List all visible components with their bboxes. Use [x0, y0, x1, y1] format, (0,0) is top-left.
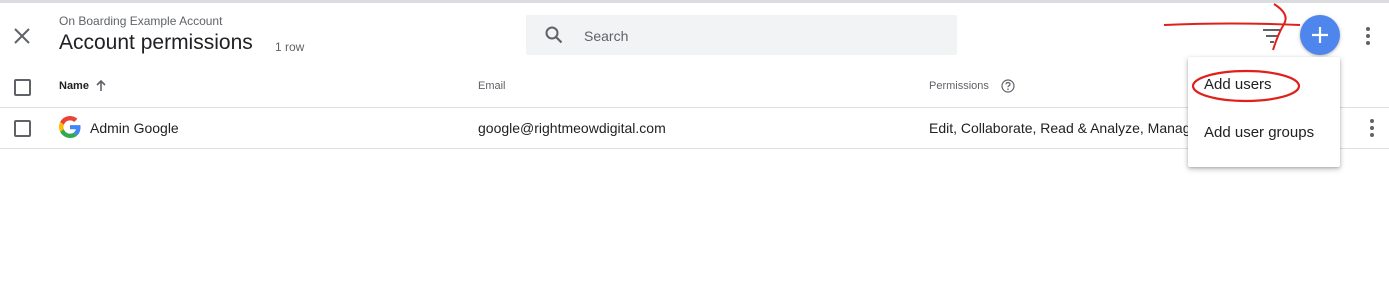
row-count: 1 row [275, 40, 305, 54]
menu-item-add-user-groups[interactable]: Add user groups [1188, 112, 1340, 156]
close-icon [14, 28, 30, 44]
search-box[interactable] [526, 15, 957, 57]
more-vert-icon [1366, 27, 1370, 45]
table-header: Name Email Permissions [0, 67, 1389, 108]
plus-icon [1312, 27, 1328, 43]
select-all-checkbox[interactable] [14, 79, 31, 96]
add-menu: Add users Add user groups [1188, 57, 1340, 167]
page-title: Account permissions [59, 31, 253, 54]
user-name: Admin Google [90, 120, 179, 136]
search-input[interactable] [582, 15, 946, 57]
account-name: On Boarding Example Account [59, 14, 223, 28]
column-header-email[interactable]: Email [478, 80, 506, 92]
arrow-up-icon[interactable] [94, 79, 108, 93]
close-button[interactable] [8, 22, 36, 50]
more-options-button[interactable] [1356, 24, 1380, 48]
menu-item-label: Add users [1204, 76, 1272, 93]
google-icon [59, 116, 81, 138]
annotation-arrow [1163, 3, 1301, 51]
menu-item-label: Add user groups [1204, 124, 1315, 141]
more-vert-icon [1370, 119, 1374, 137]
filter-button[interactable] [1260, 24, 1284, 48]
user-email: google@rightmeowdigital.com [478, 120, 666, 136]
column-header-permissions[interactable]: Permissions [929, 80, 989, 92]
column-header-name[interactable]: Name [59, 80, 89, 92]
user-permissions: Edit, Collaborate, Read & Analyze, Manag… [929, 120, 1189, 136]
filter-icon [1263, 29, 1281, 43]
add-button[interactable] [1300, 15, 1340, 55]
table-row[interactable]: Admin Google google@rightmeowdigital.com… [0, 108, 1389, 149]
top-divider [0, 0, 1389, 3]
search-icon [545, 26, 563, 44]
menu-item-add-users[interactable]: Add users [1188, 64, 1340, 108]
help-circle-icon[interactable] [1001, 79, 1015, 93]
row-more-button[interactable] [1360, 116, 1384, 140]
row-checkbox[interactable] [14, 120, 31, 137]
